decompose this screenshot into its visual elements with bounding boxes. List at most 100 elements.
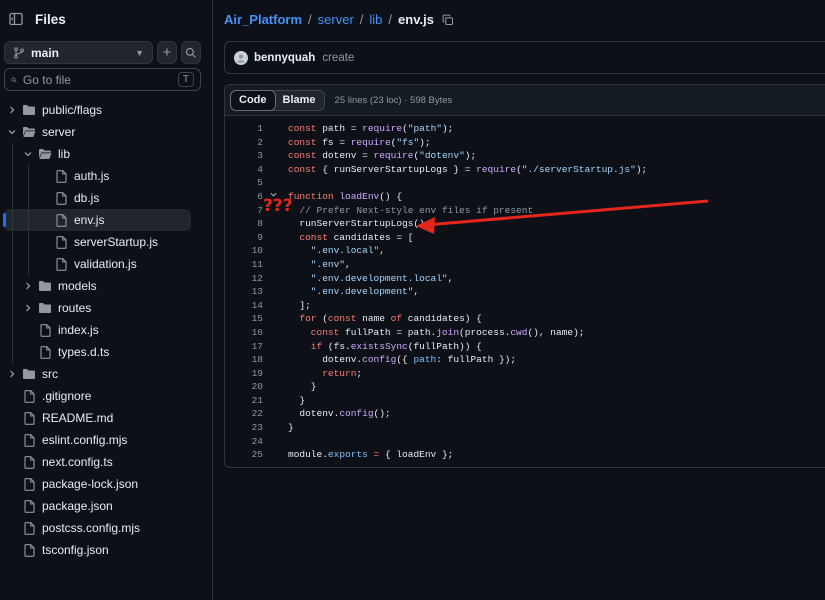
chevron-right-icon[interactable]: [6, 104, 18, 116]
line-number[interactable]: 22: [225, 407, 263, 421]
line-number[interactable]: 19: [225, 367, 263, 381]
tree-item-label: index.js: [58, 323, 99, 337]
line-number[interactable]: 20: [225, 380, 263, 394]
line-number[interactable]: 4: [225, 163, 263, 177]
avatar[interactable]: [234, 50, 248, 65]
file-tree-sidebar: Files main ▼ + T public/flags server lib au…: [0, 0, 213, 600]
file-icon: [22, 433, 36, 447]
chevron-right-icon[interactable]: [6, 368, 18, 380]
tree-file-readme-md[interactable]: README.md: [0, 407, 213, 429]
tree-file-validation-js[interactable]: validation.js: [0, 253, 213, 275]
search-files-button[interactable]: [181, 41, 201, 64]
code-line: 12 ".env.development.local",: [225, 272, 825, 286]
tree-file-eslint-config-mjs[interactable]: eslint.config.mjs: [0, 429, 213, 451]
sidebar-header: Files: [4, 7, 66, 31]
line-number[interactable]: 10: [225, 244, 263, 258]
line-number[interactable]: 1: [225, 122, 263, 136]
breadcrumb-separator: /: [388, 12, 393, 27]
tab-code[interactable]: Code: [230, 89, 276, 111]
add-file-button[interactable]: +: [157, 41, 177, 64]
tree-file-db-js[interactable]: db.js: [0, 187, 213, 209]
line-number[interactable]: 8: [225, 217, 263, 231]
go-to-file-input[interactable]: [22, 72, 178, 87]
file-view: Air_Platform / server / lib / env.js ben…: [213, 0, 825, 600]
chevron-down-icon[interactable]: [22, 148, 34, 160]
folder-open-icon: [38, 147, 52, 161]
line-number[interactable]: 9: [225, 231, 263, 245]
tree-item-label: models: [58, 279, 97, 293]
file-info: 25 lines (23 loc) · 598 Bytes: [334, 94, 453, 106]
git-branch-icon: [14, 46, 24, 59]
chevron-right-icon[interactable]: [22, 280, 34, 292]
code-text: dotenv.config();: [288, 408, 391, 420]
line-number[interactable]: 6: [225, 190, 263, 204]
branch-name: main: [31, 45, 60, 60]
tree-item-label: eslint.config.mjs: [42, 433, 128, 447]
tree-file-auth-js[interactable]: auth.js: [0, 165, 213, 187]
code-text: const path = require("path");: [288, 123, 454, 134]
line-number[interactable]: 24: [225, 435, 263, 449]
tree-folder-models[interactable]: models: [0, 275, 213, 297]
tree-file-index-js[interactable]: index.js: [0, 319, 213, 341]
tree-folder-public-flags[interactable]: public/flags: [0, 99, 213, 121]
tree-file-env-js[interactable]: env.js: [3, 209, 191, 231]
tree-item-label: auth.js: [74, 169, 110, 183]
commit-message-link[interactable]: create: [322, 52, 354, 64]
chevron-right-icon[interactable]: [22, 302, 34, 314]
line-number[interactable]: 5: [225, 176, 263, 190]
code-line: 10 ".env.local",: [225, 244, 825, 258]
commit-author-link[interactable]: bennyquah: [254, 52, 315, 64]
line-number[interactable]: 17: [225, 340, 263, 354]
code-line: 8 runServerStartupLogs();: [225, 217, 825, 231]
line-number[interactable]: 7: [225, 204, 263, 218]
tree-item-label: package-lock.json: [42, 477, 139, 491]
line-number[interactable]: 12: [225, 272, 263, 286]
branch-selector[interactable]: main ▼: [4, 41, 153, 64]
chevron-down-icon: ▼: [135, 47, 144, 58]
tree-file-postcss-config-mjs[interactable]: postcss.config.mjs: [0, 517, 213, 539]
breadcrumb-link-lib[interactable]: lib: [369, 12, 382, 27]
branch-toolbar: main ▼ +: [4, 41, 201, 64]
line-number[interactable]: 14: [225, 299, 263, 313]
tree-file-serverstartup-js[interactable]: serverStartup.js: [0, 231, 213, 253]
code-text: }: [288, 381, 317, 393]
line-number[interactable]: 23: [225, 421, 263, 435]
collapse-sidebar-button[interactable]: [4, 8, 27, 31]
tree-folder-lib[interactable]: lib: [0, 143, 213, 165]
tree-folder-src[interactable]: src: [0, 363, 213, 385]
tree-item-label: tsconfig.json: [42, 543, 109, 557]
tree-file-package-json[interactable]: package.json: [0, 495, 213, 517]
tree-folder-server[interactable]: server: [0, 121, 213, 143]
tree-item-label: src: [42, 367, 58, 381]
tree-folder-routes[interactable]: routes: [0, 297, 213, 319]
tree-file-tsconfig-json[interactable]: tsconfig.json: [0, 539, 213, 561]
line-number[interactable]: 11: [225, 258, 263, 272]
tree-file-next-config-ts[interactable]: next.config.ts: [0, 451, 213, 473]
line-number[interactable]: 15: [225, 312, 263, 326]
go-to-file-field[interactable]: T: [4, 68, 201, 91]
tab-blame[interactable]: Blame: [275, 91, 324, 110]
tree-file-package-lock-json[interactable]: package-lock.json: [0, 473, 213, 495]
line-number[interactable]: 18: [225, 353, 263, 367]
line-number[interactable]: 13: [225, 285, 263, 299]
code-line: 1 const path = require("path");: [225, 122, 825, 136]
code-text: const fs = require("fs");: [288, 136, 431, 148]
tree-item-label: next.config.ts: [42, 455, 113, 469]
code-line: 16 const fullPath = path.join(process.cw…: [225, 326, 825, 340]
line-number[interactable]: 21: [225, 394, 263, 408]
tree-file-types-d-ts[interactable]: types.d.ts: [0, 341, 213, 363]
copy-path-button[interactable]: [442, 14, 454, 26]
search-icon: [11, 76, 17, 82]
tree-item-label: routes: [58, 301, 92, 315]
breadcrumb-current-file: env.js: [398, 12, 434, 27]
line-number[interactable]: 16: [225, 326, 263, 340]
chevron-down-icon[interactable]: [6, 126, 18, 138]
line-number[interactable]: 25: [225, 448, 263, 462]
line-number[interactable]: 3: [225, 149, 263, 163]
breadcrumb-link-server[interactable]: server: [318, 12, 354, 27]
breadcrumb-repo-link[interactable]: Air_Platform: [224, 12, 302, 27]
folder-icon: [22, 367, 36, 381]
code-line: 22 dotenv.config();: [225, 407, 825, 421]
line-number[interactable]: 2: [225, 136, 263, 150]
tree-file--gitignore[interactable]: .gitignore: [0, 385, 213, 407]
